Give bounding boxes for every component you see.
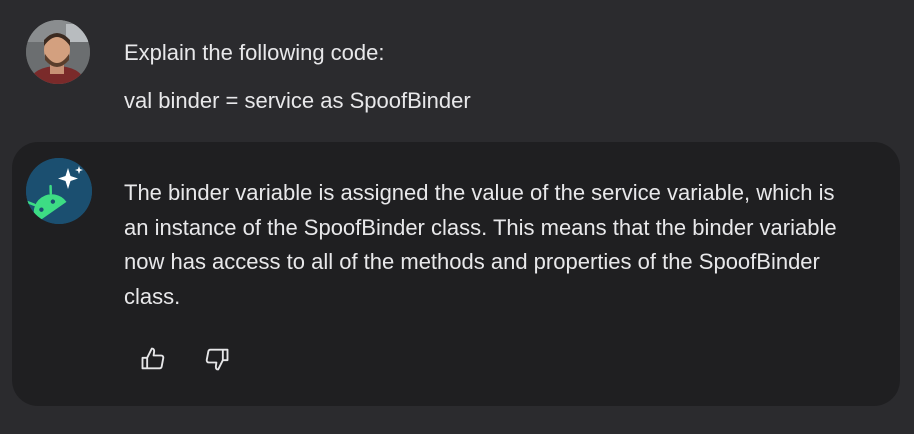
thumbs-up-icon: [141, 347, 165, 370]
assistant-message-text: The binder variable is assigned the valu…: [124, 180, 837, 309]
thumbs-down-icon: [205, 348, 229, 371]
bot-avatar: [26, 158, 92, 224]
thumbs-up-button[interactable]: [138, 344, 168, 374]
user-avatar: [26, 20, 90, 84]
user-message: Explain the following code: val binder =…: [0, 0, 914, 140]
thumbs-down-button[interactable]: [202, 344, 232, 374]
user-message-text: Explain the following code: val binder =…: [124, 38, 471, 134]
chat-panel: Explain the following code: val binder =…: [0, 0, 914, 434]
android-sparkle-icon: [26, 158, 92, 224]
user-message-code-line: val binder = service as SpoofBinder: [124, 88, 471, 113]
user-photo-icon: [26, 20, 90, 84]
user-message-line: Explain the following code:: [124, 40, 385, 65]
feedback-actions: [138, 344, 232, 374]
assistant-message-card: The binder variable is assigned the valu…: [12, 142, 900, 406]
